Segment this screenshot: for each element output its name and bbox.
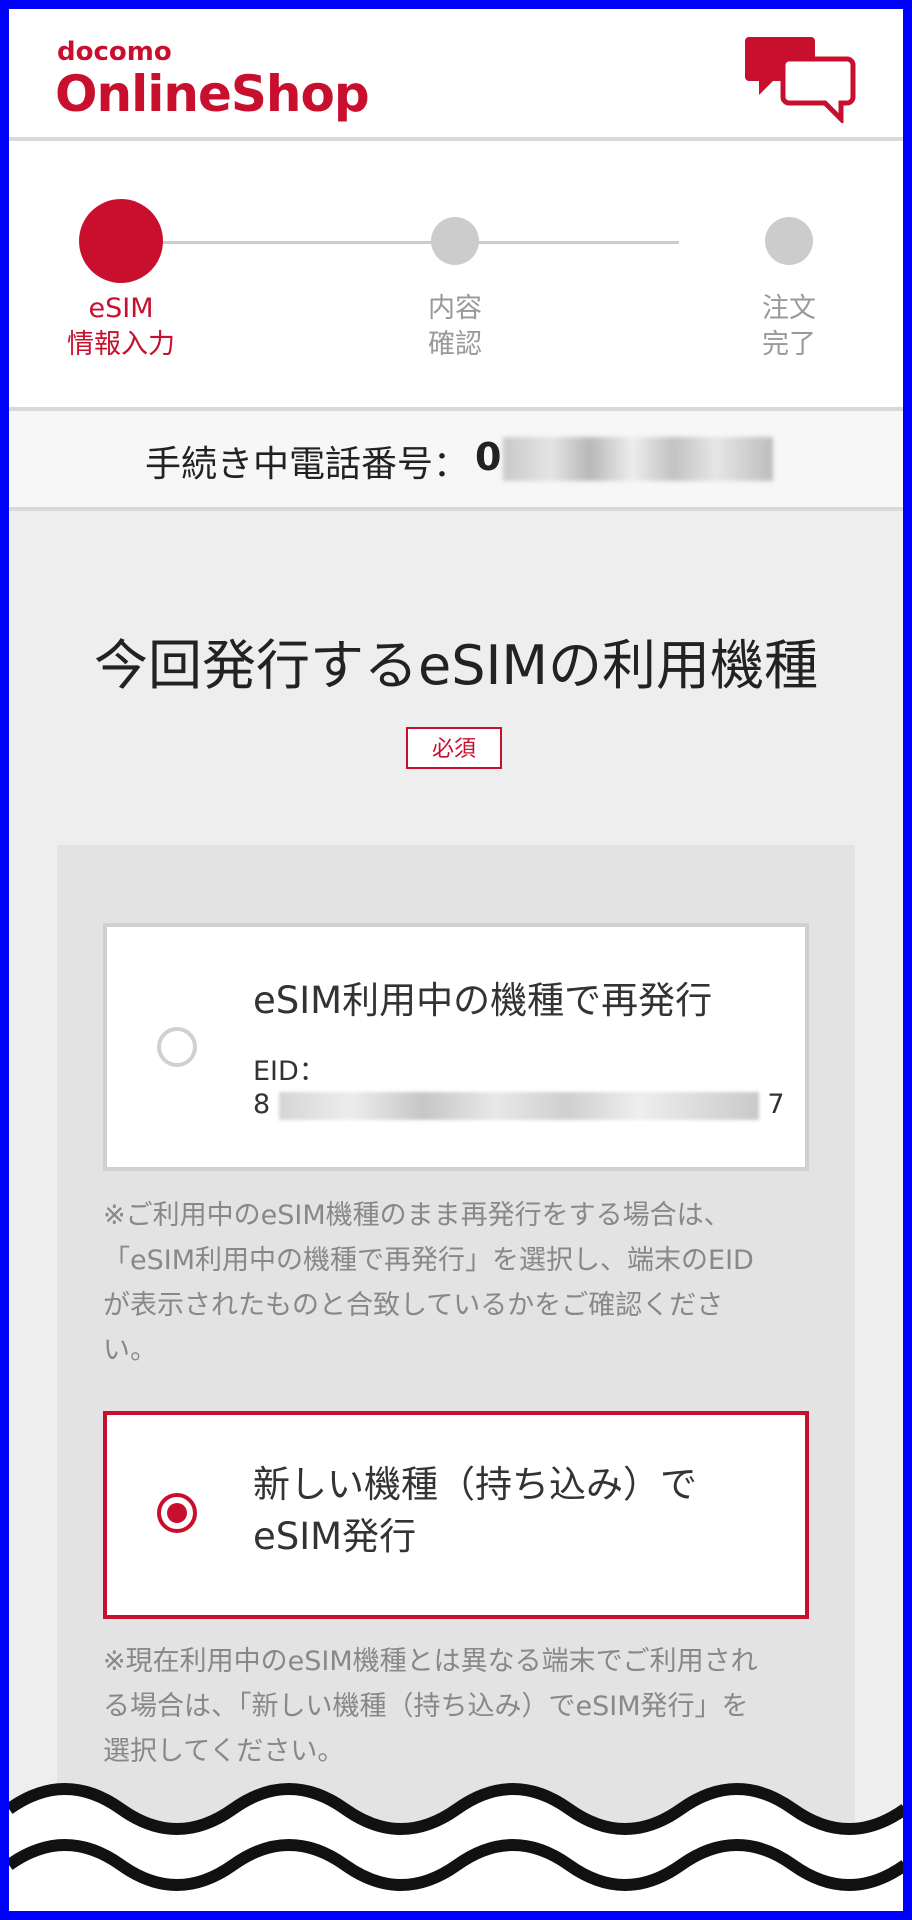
logo-docomo[interactable]: docomo: [57, 37, 172, 67]
header: docomo OnlineShop: [9, 9, 903, 137]
step-dot-complete: [765, 217, 813, 265]
eid-redacted: [278, 1091, 759, 1120]
required-badge: 必須: [406, 727, 502, 769]
page-title: 今回発行するeSIMの利用機種: [93, 634, 818, 697]
eid-value: 8 7: [253, 1089, 785, 1120]
option-new-device-title: 新しい機種（持ち込み）で eSIM発行: [253, 1463, 697, 1558]
logo-onlineshop[interactable]: OnlineShop: [55, 65, 370, 123]
device-choice-panel: eSIM利用中の機種で再発行 EID： 8 7 ※ご利用中のeSIM機種のまま再…: [57, 845, 855, 1911]
note-new-device: ※現在利用中のeSIM機種とは異なる端末でご利用され る場合は、「新しい機種（持…: [103, 1646, 758, 1767]
main-content: 今回発行するeSIMの利用機種 必須 eSIM利用中の機種で再発行 EID： 8…: [9, 511, 903, 1911]
radio-unselected-icon[interactable]: [157, 1027, 197, 1067]
phone-number-label: 手続き中電話番号：: [145, 444, 470, 485]
step-connector: [119, 241, 679, 244]
note-reissue: ※ご利用中のeSIM機種のまま再発行をする場合は、 「eSIM利用中の機種で再発…: [103, 1200, 754, 1366]
radio-selected-icon[interactable]: [157, 1493, 197, 1533]
phone-number-redacted: [503, 437, 773, 481]
cutoff-wave-decoration: [9, 1783, 903, 1911]
app-frame: docomo OnlineShop eSIM 情報入力 内容 確認 注文 完了: [9, 9, 903, 1911]
chat-bubbles-icon: [745, 37, 856, 126]
step-dot-esim: [79, 199, 163, 283]
chat-button[interactable]: [745, 33, 857, 126]
step-label-confirm: 内容 確認: [428, 293, 482, 360]
phone-number-bar: 手続き中電話番号： 0: [9, 411, 903, 507]
step-label-complete: 注文 完了: [762, 293, 816, 360]
eid-label: EID：: [253, 1056, 326, 1087]
step-label-esim: eSIM 情報入力: [67, 293, 175, 360]
progress-stepper: eSIM 情報入力 内容 確認 注文 完了: [9, 141, 903, 407]
phone-number-value: 0: [475, 435, 502, 479]
step-dot-confirm: [431, 217, 479, 265]
option-reissue-current-device[interactable]: eSIM利用中の機種で再発行 EID： 8 7: [103, 923, 809, 1171]
option-new-device[interactable]: 新しい機種（持ち込み）で eSIM発行: [103, 1411, 809, 1619]
option-reissue-title: eSIM利用中の機種で再発行: [253, 979, 713, 1022]
